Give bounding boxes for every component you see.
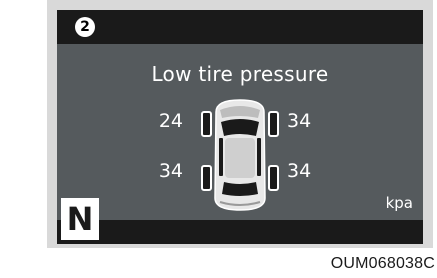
bottom-status-bar: [57, 220, 423, 244]
callout-number-icon: 2: [75, 17, 95, 37]
car-right-window: [257, 138, 261, 176]
tire-pressure-front-left: 24: [158, 110, 183, 132]
tire-pressure-rear-left: 34: [158, 160, 183, 182]
gear-indicator: N: [61, 198, 99, 240]
car-rear-window: [222, 182, 258, 196]
tire-rear-left: [201, 165, 212, 191]
warning-message: Low tire pressure: [151, 62, 329, 86]
tire-pressure-rear-right: 34: [287, 160, 312, 182]
tire-pressure-front-right: 34: [287, 110, 312, 132]
tire-front-right: [268, 111, 279, 137]
car-roof: [225, 138, 255, 178]
car-windshield: [221, 119, 259, 136]
lcd-display: 2 Low tire pressure 24 34 34 34 kpa N: [57, 10, 423, 244]
figure: 2 Low tire pressure 24 34 34 34 kpa N OU…: [0, 0, 437, 278]
tire-front-left: [201, 111, 212, 137]
car-top-view-icon: [201, 99, 279, 211]
top-status-bar: 2: [57, 10, 423, 44]
tire-rear-right: [268, 165, 279, 191]
figure-caption: OUM068038C: [330, 255, 435, 272]
pressure-unit: kpa: [385, 194, 413, 212]
car-left-window: [219, 138, 223, 176]
